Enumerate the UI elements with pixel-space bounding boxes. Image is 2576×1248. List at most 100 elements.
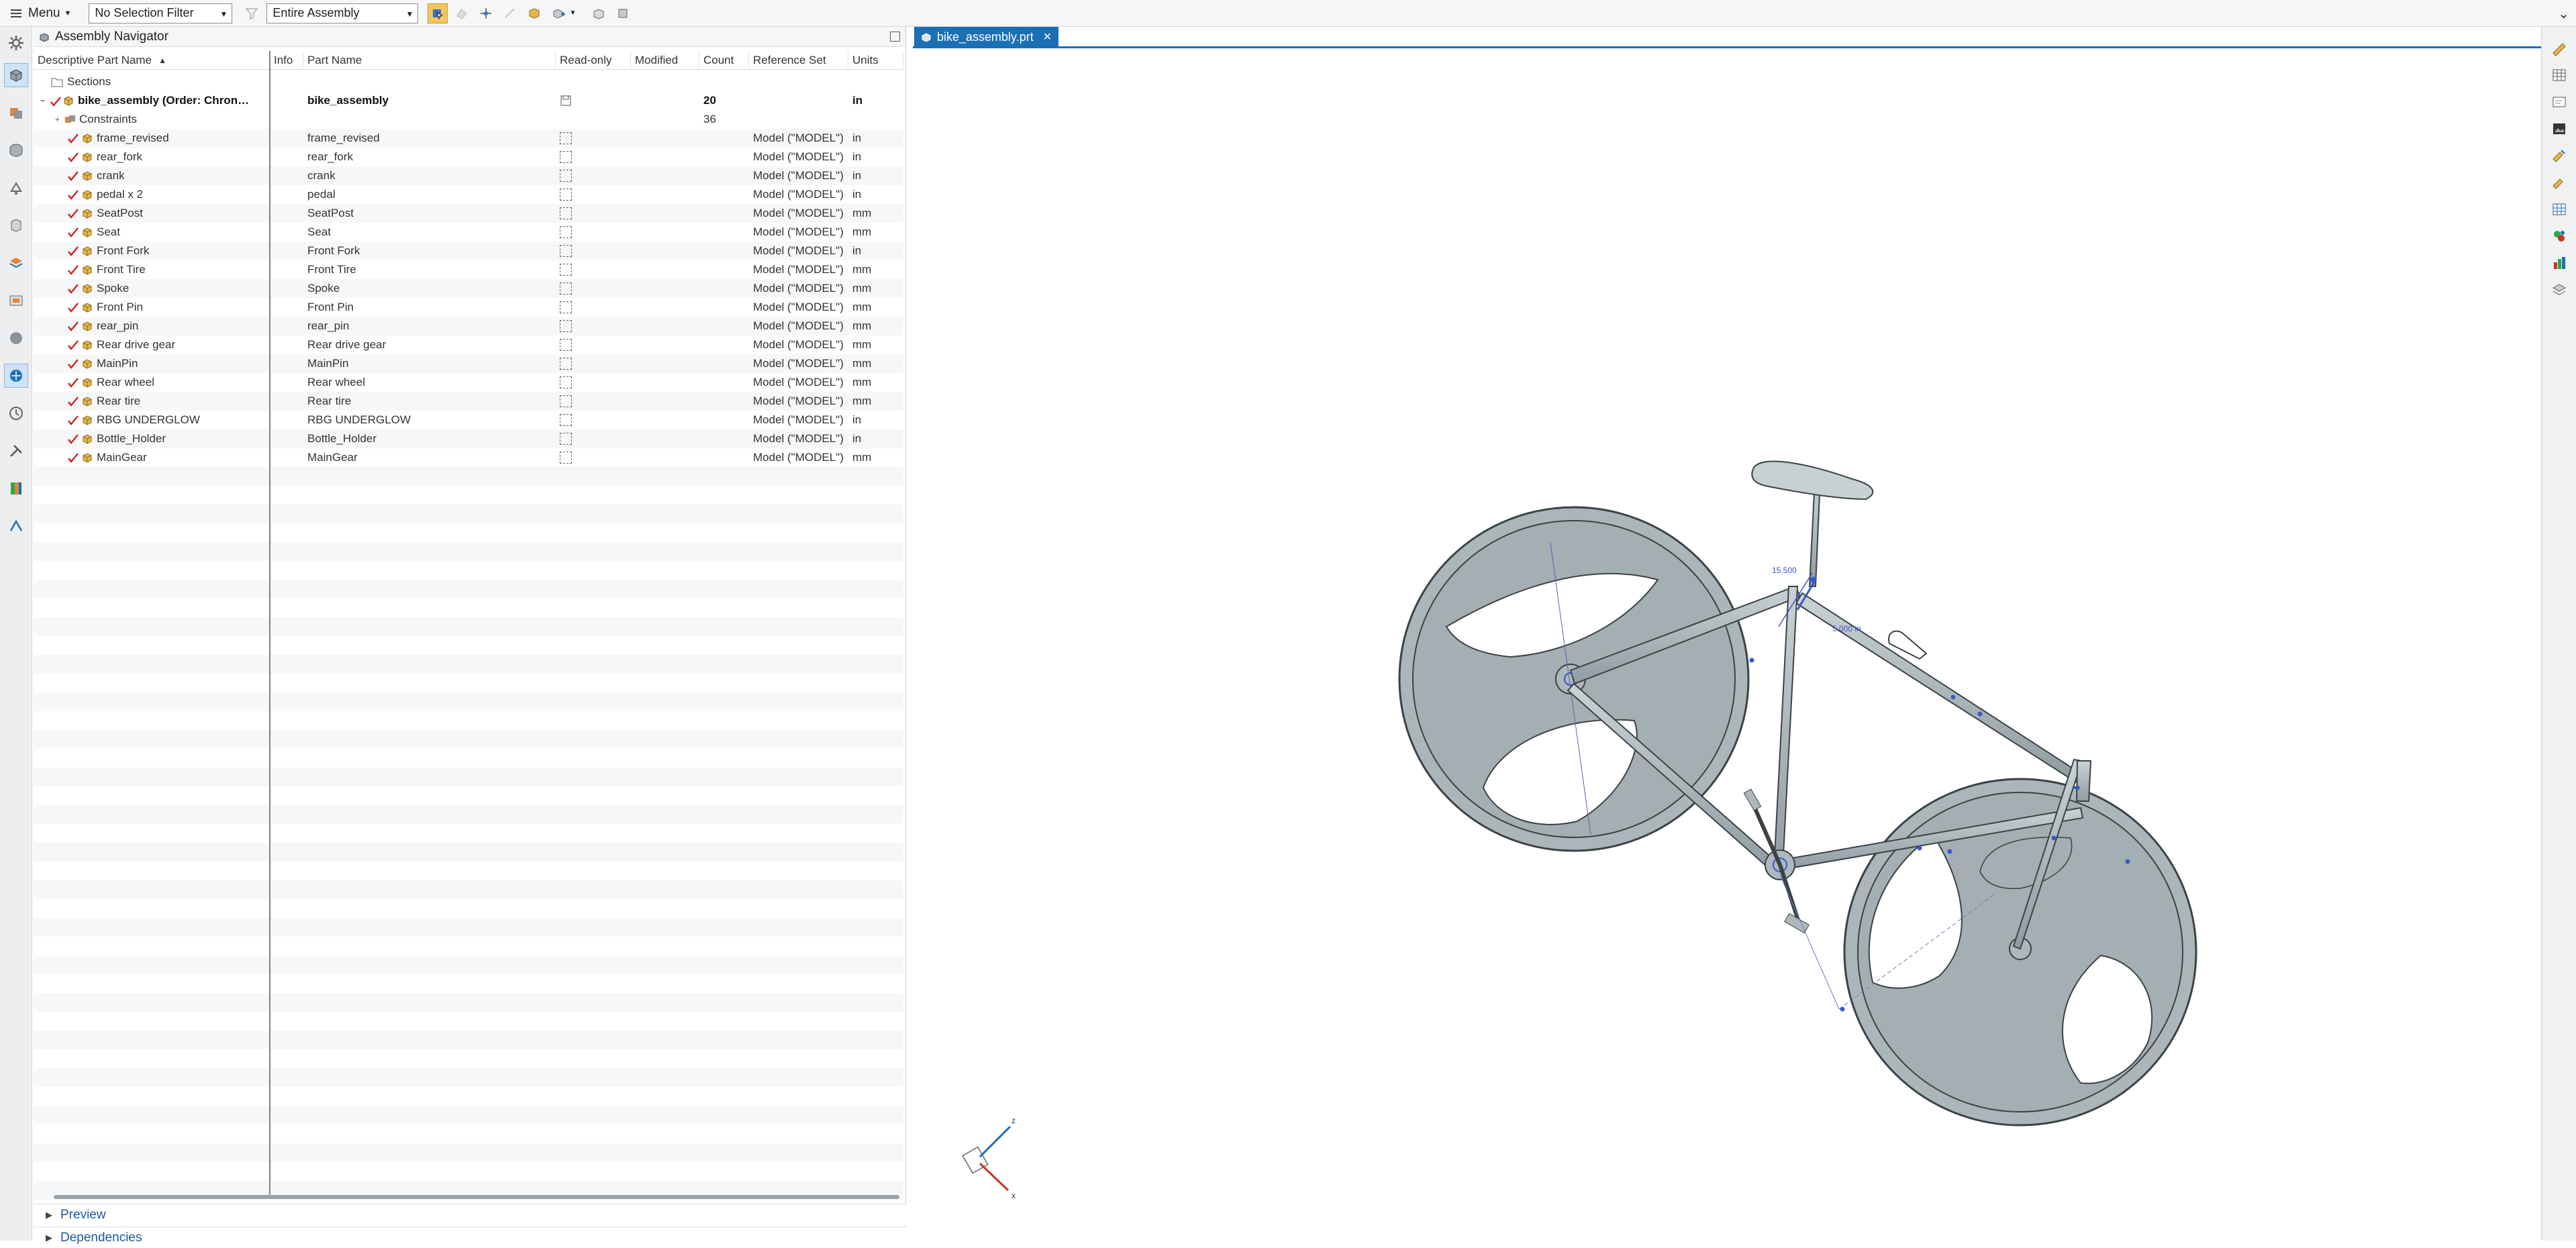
checkmark-icon[interactable] bbox=[67, 170, 79, 182]
3d-viewport[interactable]: 15.500 5.000 in z x bbox=[913, 50, 2541, 1241]
checkmark-icon[interactable] bbox=[67, 395, 79, 407]
select-components-icon[interactable] bbox=[428, 3, 448, 23]
checkbox-icon[interactable] bbox=[50, 95, 62, 107]
part-body-icon[interactable] bbox=[589, 3, 609, 23]
column-header-reference-set[interactable]: Reference Set bbox=[749, 51, 848, 70]
settings-gear-icon[interactable] bbox=[4, 31, 28, 55]
tree-row[interactable]: RBG UNDERGLOW RBG UNDERGLOW Model ("MODEL"… bbox=[34, 411, 903, 429]
checkmark-icon[interactable] bbox=[67, 151, 79, 163]
tree-row[interactable]: Front Tire Front Tire Model ("MODEL") mm bbox=[34, 260, 903, 279]
system-materials-icon[interactable] bbox=[4, 326, 28, 350]
palette-icon[interactable] bbox=[4, 476, 28, 501]
checkmark-icon[interactable] bbox=[67, 207, 79, 219]
scrollbar-thumb[interactable] bbox=[54, 1195, 899, 1199]
expand-icon[interactable]: + bbox=[55, 115, 63, 124]
markup-tool-icon[interactable] bbox=[2548, 145, 2570, 166]
checkmark-icon[interactable] bbox=[67, 189, 79, 201]
tab-bike-assembly[interactable]: bike_assembly.prt ✕ bbox=[914, 27, 1059, 47]
select-faces-icon[interactable] bbox=[452, 3, 472, 23]
chart-tool-icon[interactable] bbox=[2548, 252, 2570, 274]
checkmark-icon[interactable] bbox=[67, 376, 79, 388]
filter-icon[interactable] bbox=[242, 3, 262, 23]
assembly-navigator-icon[interactable] bbox=[4, 63, 28, 87]
tree-row[interactable]: Front Pin Front Pin Model ("MODEL") mm bbox=[34, 298, 903, 317]
checkmark-icon[interactable] bbox=[67, 245, 79, 257]
tree-row-sections[interactable]: Sections bbox=[34, 72, 903, 91]
reuse-library-icon[interactable] bbox=[4, 176, 28, 200]
snap-point-icon[interactable] bbox=[476, 3, 496, 23]
checkmark-icon[interactable] bbox=[67, 320, 79, 332]
tree-row[interactable]: Rear drive gear Rear drive gear Model ("MO… bbox=[34, 335, 903, 354]
column-header-modified[interactable]: Modified bbox=[631, 51, 699, 70]
checkmark-icon[interactable] bbox=[67, 414, 79, 426]
checkmark-icon[interactable] bbox=[67, 132, 79, 144]
seat[interactable] bbox=[1751, 460, 1874, 501]
history-icon[interactable] bbox=[4, 289, 28, 313]
web-browser-icon[interactable] bbox=[4, 251, 28, 275]
tree-row[interactable]: MainPin MainPin Model ("MODEL") mm bbox=[34, 354, 903, 373]
checkmark-icon[interactable] bbox=[67, 433, 79, 445]
tree-row[interactable]: SeatPost SeatPost Model ("MODEL") mm bbox=[34, 204, 903, 223]
front-wheel[interactable] bbox=[1843, 778, 2197, 1127]
constraint-navigator-icon[interactable] bbox=[4, 101, 28, 125]
tree-row[interactable]: Rear tire Rear tire Model ("MODEL") mm bbox=[34, 392, 903, 411]
grid-tool-icon[interactable] bbox=[2548, 199, 2570, 220]
checkmark-icon[interactable] bbox=[67, 301, 79, 313]
selection-filter-dropdown[interactable]: No Selection Filter ▼ bbox=[89, 3, 233, 23]
color-tool-icon[interactable] bbox=[2548, 225, 2570, 247]
collapse-icon[interactable]: − bbox=[40, 96, 48, 105]
tree-row-constraints[interactable]: + Constraints 36 bbox=[34, 110, 903, 129]
tree-row[interactable]: Rear wheel Rear wheel Model ("MODEL") mm bbox=[34, 373, 903, 392]
tree-row[interactable]: Front Fork Front Fork Model ("MODEL") in bbox=[34, 242, 903, 260]
checkmark-icon[interactable] bbox=[67, 226, 79, 238]
tree-row[interactable]: crank crank Model ("MODEL") in bbox=[34, 166, 903, 185]
note-tool-icon[interactable] bbox=[2548, 91, 2570, 113]
tree-row-root[interactable]: − bike_assembly (Order: Chron… bike_assemb… bbox=[34, 91, 903, 110]
table-tool-icon[interactable] bbox=[2548, 64, 2570, 86]
tree-row[interactable]: Bottle_Holder Bottle_Holder Model ("MODEL"… bbox=[34, 429, 903, 448]
column-header-count[interactable]: Count bbox=[699, 51, 749, 70]
checkmark-icon[interactable] bbox=[67, 358, 79, 370]
checkmark-icon[interactable] bbox=[50, 95, 62, 107]
add-component-icon[interactable] bbox=[548, 3, 568, 23]
dependencies-section-toggle[interactable]: ▶ Dependencies bbox=[34, 1227, 906, 1248]
preview-section-toggle[interactable]: ▶ Preview bbox=[34, 1204, 906, 1225]
column-header-units[interactable]: Units bbox=[848, 51, 903, 70]
checkmark-icon[interactable] bbox=[67, 264, 79, 276]
part-navigator-icon[interactable] bbox=[4, 138, 28, 162]
snap-end-icon[interactable] bbox=[500, 3, 520, 23]
clock-icon[interactable] bbox=[4, 401, 28, 425]
tree-row[interactable]: rear_fork rear_fork Model ("MODEL") in bbox=[34, 148, 903, 166]
column-header-descriptive-part-name[interactable]: Descriptive Part Name ▲ bbox=[34, 51, 270, 70]
chevron-down-icon[interactable]: ▼ bbox=[568, 3, 577, 23]
column-splitter[interactable] bbox=[269, 51, 270, 1195]
maximize-icon[interactable] bbox=[890, 32, 900, 42]
column-header-part-name[interactable]: Part Name bbox=[303, 51, 556, 70]
annotation-tool-icon[interactable] bbox=[2548, 172, 2570, 193]
window-control-icon[interactable]: ⌄ bbox=[2558, 5, 2569, 22]
image-tool-icon[interactable] bbox=[2548, 118, 2570, 140]
layers-tool-icon[interactable] bbox=[2548, 279, 2570, 301]
sketch-tool-icon[interactable] bbox=[2548, 38, 2570, 59]
checkmark-icon[interactable] bbox=[67, 282, 79, 295]
tree-row[interactable]: Spoke Spoke Model ("MODEL") mm bbox=[34, 279, 903, 298]
part-box-icon[interactable] bbox=[613, 3, 633, 23]
hd3d-tools-icon[interactable] bbox=[4, 213, 28, 238]
column-header-info[interactable]: Info bbox=[270, 51, 303, 70]
checkmark-icon[interactable] bbox=[67, 339, 79, 351]
tools-icon[interactable] bbox=[4, 439, 28, 463]
column-header-read-only[interactable]: Read-only bbox=[556, 51, 631, 70]
checkmark-icon[interactable] bbox=[67, 452, 79, 464]
menu-button[interactable]: Menu ▼ bbox=[5, 3, 77, 24]
view-triad[interactable]: z x bbox=[962, 1116, 1015, 1200]
tree-row[interactable]: frame_revised frame_revised Model ("MODEL"… bbox=[34, 129, 903, 148]
tree-row[interactable]: rear_pin rear_pin Model ("MODEL") mm bbox=[34, 317, 903, 335]
scope-dropdown[interactable]: Entire Assembly ▼ bbox=[266, 3, 419, 23]
tree-row[interactable]: MainGear MainGear Model ("MODEL") mm bbox=[34, 448, 903, 467]
roles-icon[interactable] bbox=[4, 514, 28, 538]
horizontal-scrollbar[interactable] bbox=[54, 1193, 905, 1201]
show-hide-icon[interactable] bbox=[524, 3, 544, 23]
tree-row[interactable]: Seat Seat Model ("MODEL") mm bbox=[34, 223, 903, 242]
tree-row[interactable]: pedal x 2 pedal Model ("MODEL") in bbox=[34, 185, 903, 204]
process-studio-icon[interactable] bbox=[4, 364, 28, 388]
